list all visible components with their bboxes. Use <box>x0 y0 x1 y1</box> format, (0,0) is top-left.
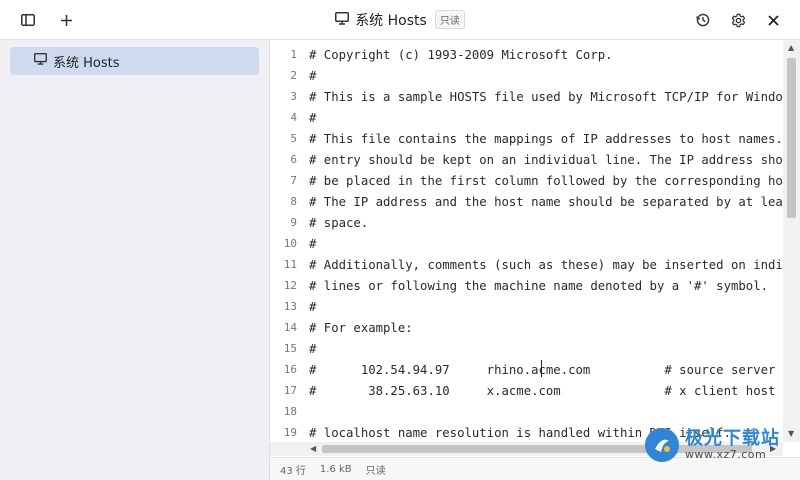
line-number: 7 <box>290 174 297 187</box>
editor-line: 18 <box>270 401 800 422</box>
line-number: 3 <box>290 90 297 103</box>
window-title-group: 系统 Hosts 只读 <box>0 0 800 39</box>
line-text: # Additionally, comments (such as these)… <box>309 257 800 272</box>
line-number: 16 <box>283 363 297 376</box>
plus-icon[interactable] <box>55 9 77 31</box>
editor-line: 8 # The IP address and the host name shou… <box>270 191 800 212</box>
line-number: 1 <box>290 48 297 61</box>
line-number: 18 <box>283 405 297 418</box>
line-text: # <box>309 299 317 314</box>
sidebar-item-system-hosts[interactable]: 系统 Hosts <box>10 47 259 75</box>
readonly-status: 只读 <box>365 465 386 477</box>
history-icon[interactable] <box>692 9 714 31</box>
line-text: # This is a sample HOSTS file used by Mi… <box>309 89 800 104</box>
vertical-scroll-thumb[interactable] <box>787 58 796 218</box>
editor-line: 15 # <box>270 338 800 359</box>
scroll-down-icon[interactable]: ▼ <box>788 429 794 438</box>
scroll-left-icon[interactable]: ◀ <box>310 444 316 453</box>
editor-line: 14 # For example: <box>270 317 800 338</box>
line-text: # 102.54.94.97 rhino.acme.com # source s… <box>309 362 776 377</box>
editor-line: 9 # space. <box>270 212 800 233</box>
line-number: 10 <box>283 237 297 250</box>
line-text: # The IP address and the host name shoul… <box>309 194 800 209</box>
line-number: 13 <box>283 300 297 313</box>
line-text: # <box>309 110 317 125</box>
sidebar-toggle-icon[interactable] <box>17 9 39 31</box>
line-number: 14 <box>283 321 297 334</box>
line-number: 9 <box>290 216 297 229</box>
line-text: # This file contains the mappings of IP … <box>309 131 800 146</box>
window-title: 系统 Hosts <box>355 12 427 29</box>
line-number: 4 <box>290 111 297 124</box>
editor-line: 1 # Copyright (c) 1993-2009 Microsoft Cor… <box>270 44 800 65</box>
line-text: # entry should be kept on an individual … <box>309 152 800 167</box>
editor-line: 17 # 38.25.63.10 x.acme.com # x client ho… <box>270 380 800 401</box>
editor-line: 5 # This file contains the mappings of IP… <box>270 128 800 149</box>
sidebar-item-label: 系统 Hosts <box>53 55 120 71</box>
line-number: 15 <box>283 342 297 355</box>
editor-line: 10 # <box>270 233 800 254</box>
line-number: 17 <box>283 384 297 397</box>
line-text: # lines or following the machine name de… <box>309 278 769 293</box>
monitor-icon <box>335 10 350 29</box>
editor-line: 11 # Additionally, comments (such as thes… <box>270 254 800 275</box>
line-number: 2 <box>290 69 297 82</box>
scroll-up-icon[interactable]: ▲ <box>788 43 794 52</box>
line-number: 8 <box>290 195 297 208</box>
line-number: 12 <box>283 279 297 292</box>
line-text: # 38.25.63.10 x.acme.com # x client host <box>309 383 776 398</box>
watermark: 极光下载站 www.xz7.com <box>645 428 780 462</box>
editor-line: 4 # <box>270 107 800 128</box>
line-text: # <box>309 236 317 251</box>
editor-line: 7 # be placed in the first column followe… <box>270 170 800 191</box>
line-number: 19 <box>283 426 297 439</box>
line-number: 5 <box>290 132 297 145</box>
line-text: # be placed in the first column followed… <box>309 173 800 188</box>
vertical-scrollbar[interactable]: ▲ ▼ <box>783 40 800 442</box>
readonly-badge: 只读 <box>434 10 465 29</box>
watermark-logo-icon <box>645 428 679 462</box>
watermark-name: 极光下载站 <box>685 427 780 449</box>
editor-line: 2 # <box>270 65 800 86</box>
editor-line: 6 # entry should be kept on an individual… <box>270 149 800 170</box>
line-text: # Copyright (c) 1993-2009 Microsoft Corp… <box>309 47 613 62</box>
line-count: 43 行 <box>280 465 306 477</box>
text-cursor <box>541 360 542 377</box>
monitor-icon <box>34 53 47 69</box>
line-text: # For example: <box>309 320 413 335</box>
close-icon[interactable] <box>762 9 784 31</box>
editor-line: 16 # 102.54.94.97 rhino.acme.com # source… <box>270 359 800 380</box>
editor-line: 13 # <box>270 296 800 317</box>
editor-line: 3 # This is a sample HOSTS file used by M… <box>270 86 800 107</box>
watermark-url: www.xz7.com <box>685 447 767 461</box>
line-text: # space. <box>309 215 369 230</box>
line-number: 6 <box>290 153 297 166</box>
line-text: # <box>309 341 317 356</box>
editor-line: 12 # lines or following the machine name … <box>270 275 800 296</box>
line-number: 11 <box>283 258 297 271</box>
file-size: 1.6 kB <box>319 463 352 475</box>
line-text: # <box>309 68 317 83</box>
title-bar: 系统 Hosts 只读 <box>0 0 800 40</box>
sidebar: 系统 Hosts <box>0 40 270 480</box>
hosts-editor[interactable]: 1 # Copyright (c) 1993-2009 Microsoft Cor… <box>270 40 800 456</box>
gear-icon[interactable] <box>727 9 749 31</box>
